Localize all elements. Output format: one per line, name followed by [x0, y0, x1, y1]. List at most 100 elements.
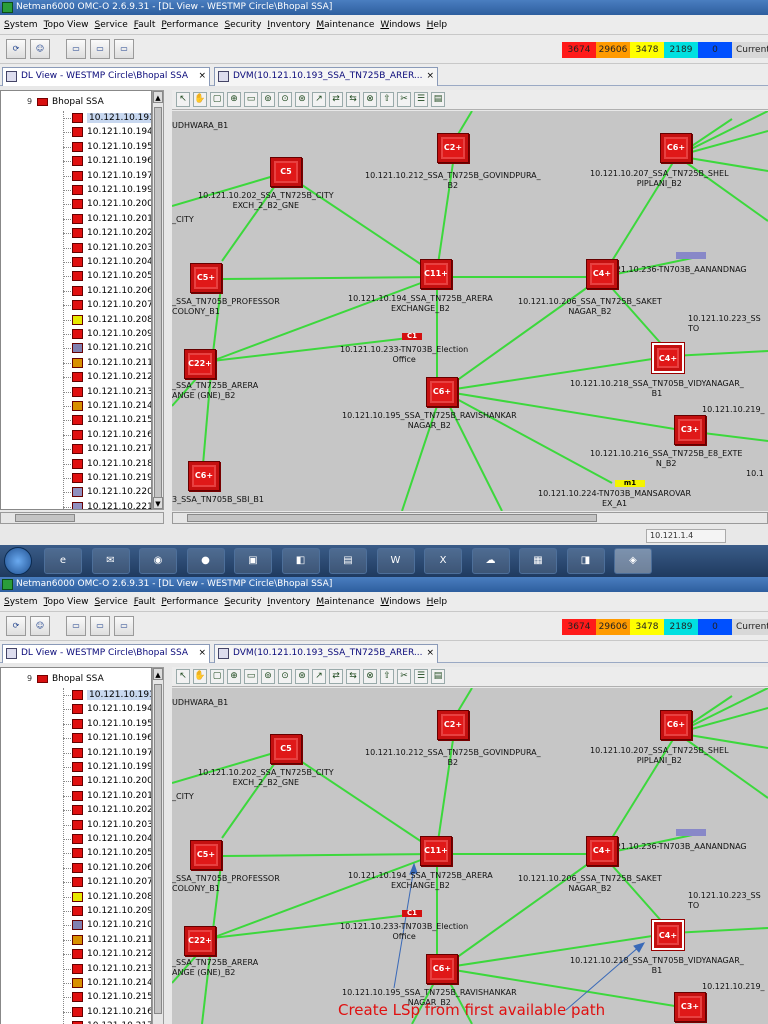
tree-item-ne[interactable]: 10.121.10.205 — [63, 846, 151, 860]
up-level-icon[interactable]: ⇧ — [380, 669, 394, 684]
tree-item-ne[interactable]: 10.121.10.211 — [63, 356, 151, 370]
select-icon[interactable]: ↖ — [176, 92, 190, 107]
tree-item-ne[interactable]: 10.121.10.203 — [63, 818, 151, 832]
excel-icon[interactable]: X — [424, 548, 462, 574]
zoom-out-icon[interactable]: ⊙ — [278, 92, 292, 107]
tree-item-ne[interactable]: 10.121.10.210 — [63, 918, 151, 932]
tree-item-ne[interactable]: 10.121.10.213 — [63, 962, 151, 976]
tree-item-ne[interactable]: 10.121.10.212 — [63, 947, 151, 961]
rect-select-icon[interactable]: ▢ — [210, 669, 224, 684]
menu-fault[interactable]: Fault — [131, 592, 159, 612]
ne-node-c2[interactable]: C2+ — [437, 710, 469, 740]
alarm-indeterminate-count[interactable]: 0 — [698, 42, 732, 58]
menu-service[interactable]: Service — [92, 15, 131, 35]
tree-item-ne[interactable]: 10.121.10.207 — [63, 298, 151, 312]
zoom-in-icon[interactable]: ⊕ — [227, 92, 241, 107]
menu-topo-view[interactable]: Topo View — [41, 592, 92, 612]
zoom-out-icon[interactable]: ⊙ — [278, 669, 292, 684]
start-button[interactable] — [4, 547, 32, 575]
tab-dl-view[interactable]: DL View - WESTMP Circle\Bhopal SSA × — [2, 67, 210, 86]
alarm-critical-count[interactable]: 3674 — [562, 42, 596, 58]
toolbar-button-1[interactable]: ▭ — [66, 616, 86, 636]
zoom-area-icon[interactable]: ⊛ — [295, 92, 309, 107]
grid-icon[interactable]: ▤ — [431, 92, 445, 107]
ne-node-c5b[interactable]: C5+ — [190, 263, 222, 293]
user-icon[interactable]: ☺ — [30, 39, 50, 59]
ne-node-c4a[interactable]: C4+ — [586, 259, 618, 289]
toolbar-button-3[interactable]: ▭ — [114, 39, 134, 59]
tree-item-ne[interactable]: 10.121.10.196 — [63, 154, 151, 168]
menu-inventory[interactable]: Inventory — [264, 592, 313, 612]
menu-help[interactable]: Help — [424, 592, 451, 612]
files-icon[interactable]: ▤ — [329, 548, 367, 574]
tree-item-ne[interactable]: 10.121.10.194 — [63, 125, 151, 139]
topology-canvas[interactable]: UDHWARA_B1 10.121.10.202_SSA_TN725B_CITY … — [172, 688, 768, 1024]
tree-item-ne[interactable]: 10.121.10.216 — [63, 428, 151, 442]
fit-icon[interactable]: ▭ — [244, 669, 258, 684]
toolbar-button-2[interactable]: ▭ — [90, 39, 110, 59]
refresh-icon[interactable]: ⟳ — [6, 39, 26, 59]
tree-item-ne[interactable]: 10.121.10.201 — [63, 212, 151, 226]
toolbar-button-3[interactable]: ▭ — [114, 616, 134, 636]
outlook-icon[interactable]: ✉ — [91, 548, 130, 574]
tree-item-ne[interactable]: 10.121.10.195 — [63, 140, 151, 154]
alarm-warning-count[interactable]: 2189 — [664, 619, 698, 635]
cut-icon[interactable]: ✂ — [397, 669, 411, 684]
tree-item-ne[interactable]: 10.121.10.205 — [63, 269, 151, 283]
tree-item-ne[interactable]: 10.121.10.214 — [63, 976, 151, 990]
ne-node-c6[interactable]: C6+ — [660, 710, 692, 740]
ne-node-c5b[interactable]: C5+ — [190, 840, 222, 870]
ie-icon[interactable]: e — [44, 548, 82, 574]
grid-icon[interactable]: ▤ — [431, 669, 445, 684]
toolbar-button-1[interactable]: ▭ — [66, 39, 86, 59]
disconnect-icon[interactable]: ⇆ — [346, 92, 360, 107]
tree-item-ne[interactable]: 10.121.10.219 — [63, 471, 151, 485]
zoom-icon[interactable]: ⊚ — [261, 92, 275, 107]
menu-inventory[interactable]: Inventory — [264, 15, 313, 35]
ne-tag-c1[interactable]: C1 — [402, 910, 422, 917]
refresh-icon[interactable]: ⟳ — [6, 616, 26, 636]
menu-performance[interactable]: Performance — [158, 592, 221, 612]
alarm-warning-count[interactable]: 2189 — [664, 42, 698, 58]
tree-item-ne[interactable]: 10.121.10.206 — [63, 284, 151, 298]
calculator-icon[interactable]: ▦ — [519, 548, 557, 574]
tab-dl-view[interactable]: DL View - WESTMP Circle\Bhopal SSA × — [2, 644, 210, 663]
menu-security[interactable]: Security — [221, 592, 264, 612]
scroll-up-icon[interactable]: ▲ — [153, 668, 163, 680]
tree-item-ne[interactable]: 10.121.10.194 — [63, 702, 151, 716]
tree-item-ne[interactable]: 10.121.10.216 — [63, 1005, 151, 1019]
menu-windows[interactable]: Windows — [377, 15, 423, 35]
close-icon[interactable]: × — [426, 68, 434, 85]
ne-node-c6b[interactable]: C6+ — [426, 377, 458, 407]
scroll-up-icon[interactable]: ▲ — [153, 91, 163, 103]
app-icon[interactable]: ▣ — [234, 548, 272, 574]
tree-root-bhopal-ssa[interactable]: 9 Bhopal SSA — [27, 672, 104, 686]
ne-node-c3[interactable]: C3+ — [674, 992, 706, 1022]
menu-service[interactable]: Service — [92, 592, 131, 612]
ne-node-c5[interactable]: C5 — [270, 734, 302, 764]
ne-node-c6[interactable]: C6+ — [660, 133, 692, 163]
list-icon[interactable]: ☰ — [414, 669, 428, 684]
scroll-thumb[interactable] — [187, 514, 597, 522]
ne-node-c4b[interactable]: C4+ — [651, 919, 685, 951]
ne-node-c2[interactable]: C2+ — [437, 133, 469, 163]
tree-item-ne[interactable]: 10.121.10.208 — [63, 313, 151, 327]
tree-item-ne[interactable]: 10.121.10.193 — [63, 688, 151, 702]
tree-item-ne[interactable]: 10.121.10.193 — [63, 111, 151, 125]
tree-item-ne[interactable]: 10.121.10.210 — [63, 341, 151, 355]
tree-item-ne[interactable]: 10.121.10.217 — [63, 442, 151, 456]
tree-item-ne[interactable]: 10.121.10.204 — [63, 255, 151, 269]
tree-item-ne[interactable]: 10.121.10.199 — [63, 760, 151, 774]
tab-dvm[interactable]: DVM(10.121.10.193_SSA_TN725B_ARER... × — [214, 67, 438, 86]
alarm-major-count[interactable]: 29606 — [596, 619, 630, 635]
ne-tag-aanand[interactable] — [676, 252, 706, 259]
topology-canvas[interactable]: UDHWARA_B1 10.121.10.202_SSA_TN725B_CITY … — [172, 111, 768, 511]
tree-vertical-scrollbar[interactable]: ▲ ▼ — [152, 90, 164, 510]
tree-item-ne[interactable]: 10.121.10.196 — [63, 731, 151, 745]
tree-item-ne[interactable]: 10.121.10.197 — [63, 169, 151, 183]
tree-item-ne[interactable]: 10.121.10.213 — [63, 385, 151, 399]
fit-icon[interactable]: ▭ — [244, 92, 258, 107]
canvas-horizontal-scrollbar[interactable] — [172, 512, 768, 524]
alarm-major-count[interactable]: 29606 — [596, 42, 630, 58]
find-icon[interactable]: ⊗ — [363, 92, 377, 107]
